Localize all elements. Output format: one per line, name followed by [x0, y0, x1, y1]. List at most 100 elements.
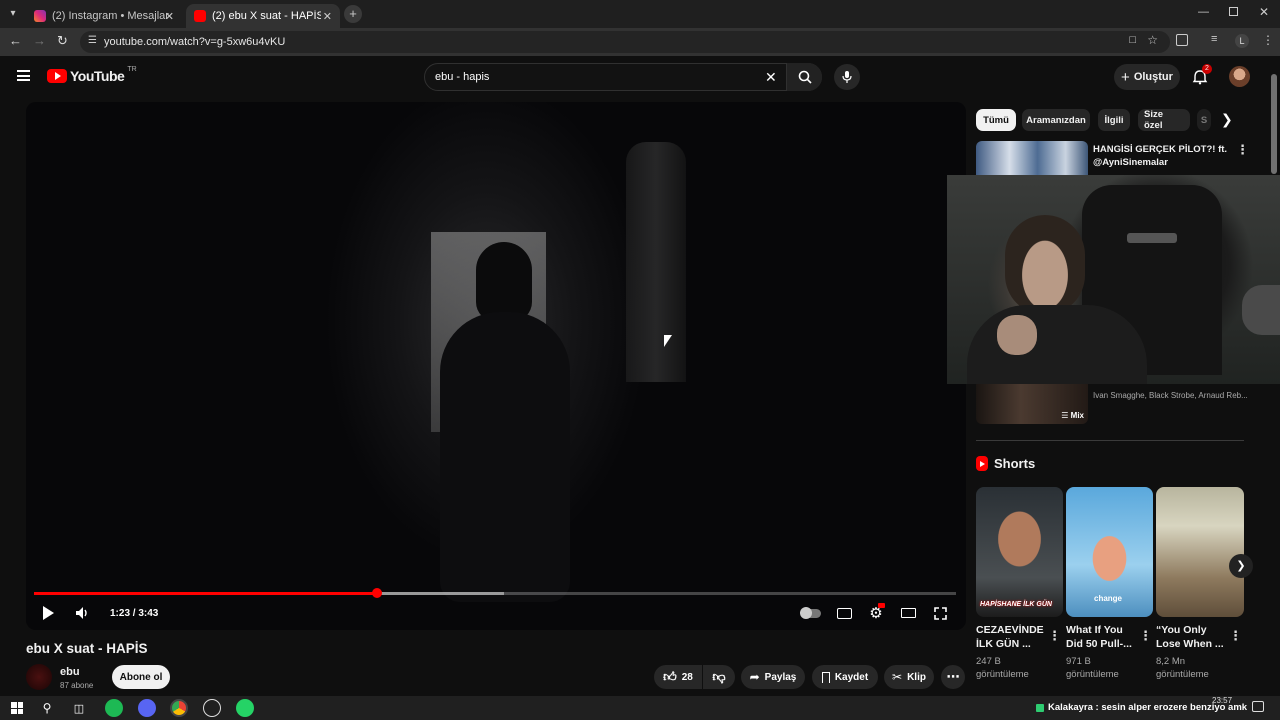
mix-thumbnail[interactable]: ☰ Mix [976, 384, 1088, 424]
close-tab-icon[interactable]: ✕ [320, 9, 332, 23]
url-field[interactable]: ☰ youtube.com/watch?v=g-5xw6u4vKU □ ☆ [80, 31, 1170, 53]
notification-center-icon[interactable] [1252, 701, 1264, 712]
more-options-icon[interactable]: ⋮ [1229, 629, 1242, 642]
chip-for-you[interactable]: Size özel [1138, 109, 1190, 131]
mix-badge: ☰ Mix [1061, 411, 1084, 420]
notification-badge: 2 [1202, 64, 1212, 74]
reload-icon[interactable]: ↻ [57, 33, 68, 49]
more-options-icon[interactable]: ⋮ [1139, 629, 1152, 642]
chrome-icon[interactable] [170, 699, 188, 717]
short-title[interactable]: “You Only Lose When ... [1156, 623, 1232, 651]
clear-search-icon[interactable]: ✕ [765, 69, 777, 86]
volume-button[interactable] [72, 602, 92, 624]
extensions-icon[interactable] [1176, 34, 1188, 46]
tab-instagram[interactable]: (2) Instagram • Mesajlar ✕ [26, 4, 182, 28]
share-label: Paylaş [764, 671, 797, 683]
scrollbar-thumb[interactable] [1271, 74, 1277, 174]
dislike-button[interactable]: 👎︎ [703, 665, 735, 689]
shorts-header: Shorts [976, 456, 1035, 471]
chat-overlay-icon [1036, 703, 1044, 712]
hamburger-menu-icon[interactable] [17, 70, 30, 81]
discord-icon[interactable] [138, 699, 156, 717]
settings-button[interactable]: ⚙ [866, 602, 886, 624]
clip-button[interactable]: ✂ Klip [884, 665, 934, 689]
recommended-video-title[interactable]: HANGİSİ GERÇEK PİLOT?! ft. @AyniSinemala… [1093, 143, 1228, 169]
whatsapp-icon[interactable] [236, 699, 254, 717]
chip-all[interactable]: Tümü [976, 109, 1016, 131]
subscribe-button[interactable]: Abone ol [112, 665, 170, 689]
more-options-icon[interactable]: ⋮ [1048, 629, 1061, 642]
back-icon[interactable]: ← [9, 33, 22, 48]
channel-name[interactable]: ebu [60, 666, 80, 678]
play-icon [42, 606, 54, 620]
maximize-icon[interactable] [1229, 7, 1238, 16]
video-player[interactable]: 1:23 / 3:43 ⚙ [26, 102, 966, 630]
close-tab-icon[interactable]: ✕ [165, 10, 174, 23]
webcam-person-head [1005, 215, 1085, 315]
more-options-icon[interactable]: ⋮ [1236, 143, 1249, 156]
progress-scrubber-handle[interactable] [371, 588, 382, 598]
share-icon: ➦ [749, 670, 760, 684]
chip-partial[interactable]: S [1197, 109, 1211, 131]
notifications-button[interactable]: 2 [1192, 64, 1212, 85]
mouse-cursor-icon [664, 335, 672, 347]
more-actions-button[interactable]: ⋯ [941, 665, 965, 689]
install-app-icon[interactable]: □ [1129, 34, 1136, 46]
profile-avatar[interactable]: L [1235, 34, 1249, 48]
short-thumbnail[interactable] [1156, 487, 1244, 617]
chip-from-search[interactable]: Aramanızdan [1022, 109, 1090, 131]
autoplay-toggle[interactable] [800, 602, 822, 624]
bookmark-icon [821, 671, 830, 683]
browser-menu-icon[interactable]: ⋮ [1262, 33, 1274, 47]
tab-youtube[interactable]: (2) ebu X suat - HAPİS - YouTube ✕ [186, 4, 340, 28]
search-value: ebu - hapis [435, 71, 490, 83]
browser-tab-bar: ▾ (2) Instagram • Mesajlar ✕ (2) ebu X s… [0, 0, 1280, 28]
short-title[interactable]: CEZAEVİNDE İLK GÜN ... [976, 623, 1052, 651]
subtitles-button[interactable] [834, 602, 854, 624]
account-avatar[interactable] [1229, 66, 1250, 87]
search-taskbar-icon[interactable]: ⚲ [38, 699, 56, 717]
short-overlay-text: HAPİSHANE İLK GÜN [980, 601, 1052, 608]
progress-bar[interactable] [34, 588, 956, 598]
voice-search-button[interactable] [834, 64, 860, 90]
new-tab-button[interactable]: + [344, 5, 362, 23]
youtube-tab-icon [194, 10, 206, 22]
channel-avatar[interactable] [26, 664, 52, 690]
site-info-icon[interactable]: ☰ [88, 35, 97, 46]
theater-mode-icon [900, 608, 916, 618]
chips-next-arrow-icon[interactable]: ❯ [1221, 111, 1233, 128]
save-button[interactable]: Kaydet [812, 665, 878, 689]
fullscreen-button[interactable] [930, 602, 950, 624]
minimize-icon[interactable]: — [1198, 6, 1209, 18]
task-view-icon[interactable]: ◫ [70, 699, 88, 717]
time-display: 1:23 / 3:43 [110, 607, 159, 619]
spotify-icon[interactable] [105, 699, 123, 717]
tab-search-icon[interactable]: ▾ [6, 7, 20, 21]
windows-start-icon[interactable] [11, 702, 23, 714]
recommended-video-thumbnail[interactable] [976, 141, 1088, 177]
share-button[interactable]: ➦ Paylaş [741, 665, 805, 689]
video-frame[interactable] [26, 102, 966, 630]
short-title[interactable]: What If You Did 50 Pull-... [1066, 623, 1142, 651]
theater-mode-button[interactable] [898, 602, 918, 624]
short-thumbnail[interactable]: HAPİSHANE İLK GÜN [976, 487, 1063, 617]
reading-list-icon[interactable]: ≡ [1211, 33, 1217, 45]
url-text: youtube.com/watch?v=g-5xw6u4vKU [104, 36, 286, 48]
shorts-next-button[interactable]: ❯ [1229, 554, 1253, 578]
close-window-icon[interactable]: ✕ [1259, 5, 1269, 19]
search-button[interactable] [786, 63, 822, 91]
forward-icon[interactable]: → [33, 33, 46, 48]
like-button[interactable]: 👍︎ 28 [654, 665, 702, 689]
create-button[interactable]: + Oluştur [1114, 64, 1180, 90]
save-label: Kaydet [834, 671, 869, 683]
bookmark-star-icon[interactable]: ☆ [1147, 33, 1158, 47]
search-input[interactable]: ebu - hapis ✕ [424, 63, 822, 91]
webcam-person-body [967, 305, 1147, 384]
app-icon[interactable] [203, 699, 221, 717]
clock[interactable]: 23:57 [1212, 696, 1232, 705]
page-scrollbar[interactable] [1271, 70, 1277, 690]
chip-related[interactable]: İlgili [1098, 109, 1130, 131]
youtube-logo[interactable]: YouTube TR [47, 66, 137, 84]
play-button[interactable] [38, 602, 58, 624]
short-thumbnail[interactable]: change [1066, 487, 1153, 617]
